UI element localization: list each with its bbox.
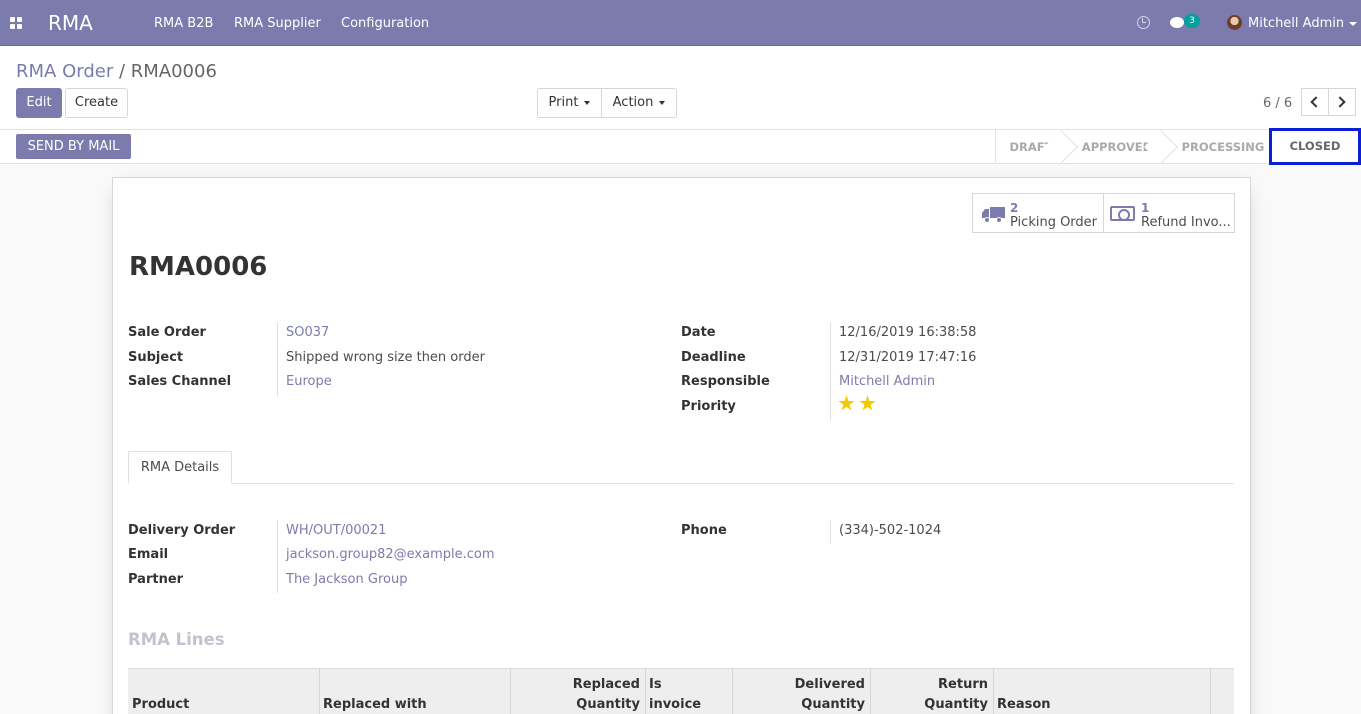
column-return-quantity-line1: Return <box>938 677 988 692</box>
column-replaced-quantity-line1: Replaced <box>572 677 640 692</box>
control-panel: RMA Order / RMA0006 Edit Create Print Ac… <box>0 46 1361 130</box>
user-menu-caret-icon[interactable] <box>1349 22 1357 26</box>
stage-processing[interactable]: PROCESSING <box>1172 130 1274 164</box>
sale-order-label: Sale Order <box>128 325 206 340</box>
picking-order-count: 2 <box>1010 201 1019 215</box>
tab-rma-details[interactable]: RMA Details <box>128 451 232 484</box>
pager-previous-button[interactable] <box>1301 88 1329 116</box>
menu-rma-b2b[interactable]: RMA B2B <box>154 16 213 31</box>
subject-label: Subject <box>128 350 184 365</box>
deadline-value: 12/31/2019 17:47:16 <box>839 350 977 365</box>
priority-label: Priority <box>681 399 736 414</box>
column-replaced-with-line1 <box>323 675 505 695</box>
sales-channel-label: Sales Channel <box>128 374 232 389</box>
column-return-quantity-line2: Quantity <box>924 697 988 712</box>
phone-label: Phone <box>681 523 727 538</box>
activity-clock-icon[interactable] <box>1137 16 1150 29</box>
column-reason-line2: Reason <box>997 697 1051 712</box>
edit-button[interactable]: Edit <box>16 88 62 118</box>
deadline-label: Deadline <box>681 350 746 365</box>
column-delivered-quantity-line1: Delivered <box>794 677 865 692</box>
pager-value[interactable]: 6 / 6 <box>1263 96 1292 111</box>
stage-closed[interactable]: CLOSED <box>1269 128 1361 165</box>
record-title: RMA0006 <box>129 252 268 282</box>
sale-order-link[interactable]: SO037 <box>286 325 329 340</box>
breadcrumb-parent[interactable]: RMA Order <box>16 61 113 82</box>
menu-rma-supplier[interactable]: RMA Supplier <box>234 16 321 31</box>
chevron-left-icon <box>1310 96 1322 108</box>
action-dropdown[interactable]: Action <box>601 88 677 118</box>
column-is-invoice[interactable]: Is invoice <box>645 669 733 714</box>
picking-order-smart-button[interactable]: 2 Picking Order <box>972 193 1104 233</box>
messages-icon[interactable] <box>1170 17 1184 28</box>
refund-invoice-count: 1 <box>1141 201 1150 215</box>
create-button[interactable]: Create <box>65 88 128 118</box>
user-menu[interactable]: Mitchell Admin <box>1248 16 1344 31</box>
pager-next-button[interactable] <box>1328 88 1356 116</box>
column-return-quantity[interactable]: Return Quantity <box>870 669 994 714</box>
responsible-label: Responsible <box>681 374 770 389</box>
sales-channel-link[interactable]: Europe <box>286 374 332 389</box>
phone-value: (334)-502-1024 <box>839 523 942 538</box>
user-avatar[interactable] <box>1227 15 1242 30</box>
menu-configuration[interactable]: Configuration <box>341 16 429 31</box>
chevron-down-icon <box>659 100 666 105</box>
chevron-down-icon <box>584 100 591 105</box>
field-separator <box>277 323 278 396</box>
delivery-order-link[interactable]: WH/OUT/00021 <box>286 523 386 538</box>
column-product-line2: Product <box>132 697 190 712</box>
truck-icon <box>982 207 1005 223</box>
rma-lines-title: RMA Lines <box>128 630 225 649</box>
delivery-order-label: Delivery Order <box>128 523 236 538</box>
top-navbar: RMA RMA B2B RMA Supplier Configuration 3… <box>0 0 1361 46</box>
column-delivered-quantity-line2: Quantity <box>801 697 865 712</box>
form-statusbar: SEND BY MAIL DRAFT APPROVED PROCESSING <box>0 130 1361 164</box>
breadcrumb: RMA Order / RMA0006 <box>16 61 217 82</box>
email-label: Email <box>128 547 169 562</box>
column-delivered-quantity[interactable]: Delivered Quantity <box>732 669 871 714</box>
refund-invoice-label: Refund Invo... <box>1141 215 1231 230</box>
breadcrumb-separator: / <box>113 61 131 82</box>
money-icon <box>1110 206 1135 221</box>
form-sheet <box>112 177 1251 714</box>
subject-value: Shipped wrong size then order <box>286 350 485 365</box>
rma-lines-table-header: Product Replaced with Replaced Quantity I… <box>128 668 1234 714</box>
apps-grid-icon[interactable] <box>10 17 22 29</box>
column-reason[interactable]: Reason <box>993 669 1211 714</box>
picking-order-label: Picking Order <box>1010 215 1098 230</box>
tab-bar-line <box>128 483 1234 484</box>
date-label: Date <box>681 325 716 340</box>
field-separator <box>830 323 831 420</box>
messages-count-badge: 3 <box>1184 14 1200 28</box>
email-link[interactable]: jackson.group82@example.com <box>286 547 495 562</box>
breadcrumb-current: RMA0006 <box>130 61 217 82</box>
column-reason-line1 <box>997 675 1205 695</box>
print-label: Print <box>548 95 579 110</box>
column-is-invoice-line1: Is <box>649 677 662 692</box>
field-separator <box>830 520 831 544</box>
partner-label: Partner <box>128 572 184 587</box>
column-product[interactable]: Product <box>128 669 320 714</box>
column-replaced-with[interactable]: Replaced with <box>319 669 511 714</box>
app-brand[interactable]: RMA <box>48 11 93 35</box>
column-is-invoice-line2: invoice <box>649 697 702 712</box>
chevron-right-icon <box>1334 96 1346 108</box>
print-dropdown[interactable]: Print <box>537 88 602 118</box>
responsible-link[interactable]: Mitchell Admin <box>839 374 935 389</box>
column-replaced-quantity[interactable]: Replaced Quantity <box>510 669 646 714</box>
send-by-mail-button[interactable]: SEND BY MAIL <box>16 134 131 159</box>
column-replaced-with-line2: Replaced with <box>323 697 427 712</box>
column-product-line1 <box>132 675 314 695</box>
field-separator <box>277 520 278 593</box>
partner-link[interactable]: The Jackson Group <box>286 572 407 587</box>
date-value: 12/16/2019 16:38:58 <box>839 325 977 340</box>
action-label: Action <box>612 95 654 110</box>
column-replaced-quantity-line2: Quantity <box>576 697 640 712</box>
refund-invoice-smart-button[interactable]: 1 Refund Invo... <box>1103 193 1235 233</box>
